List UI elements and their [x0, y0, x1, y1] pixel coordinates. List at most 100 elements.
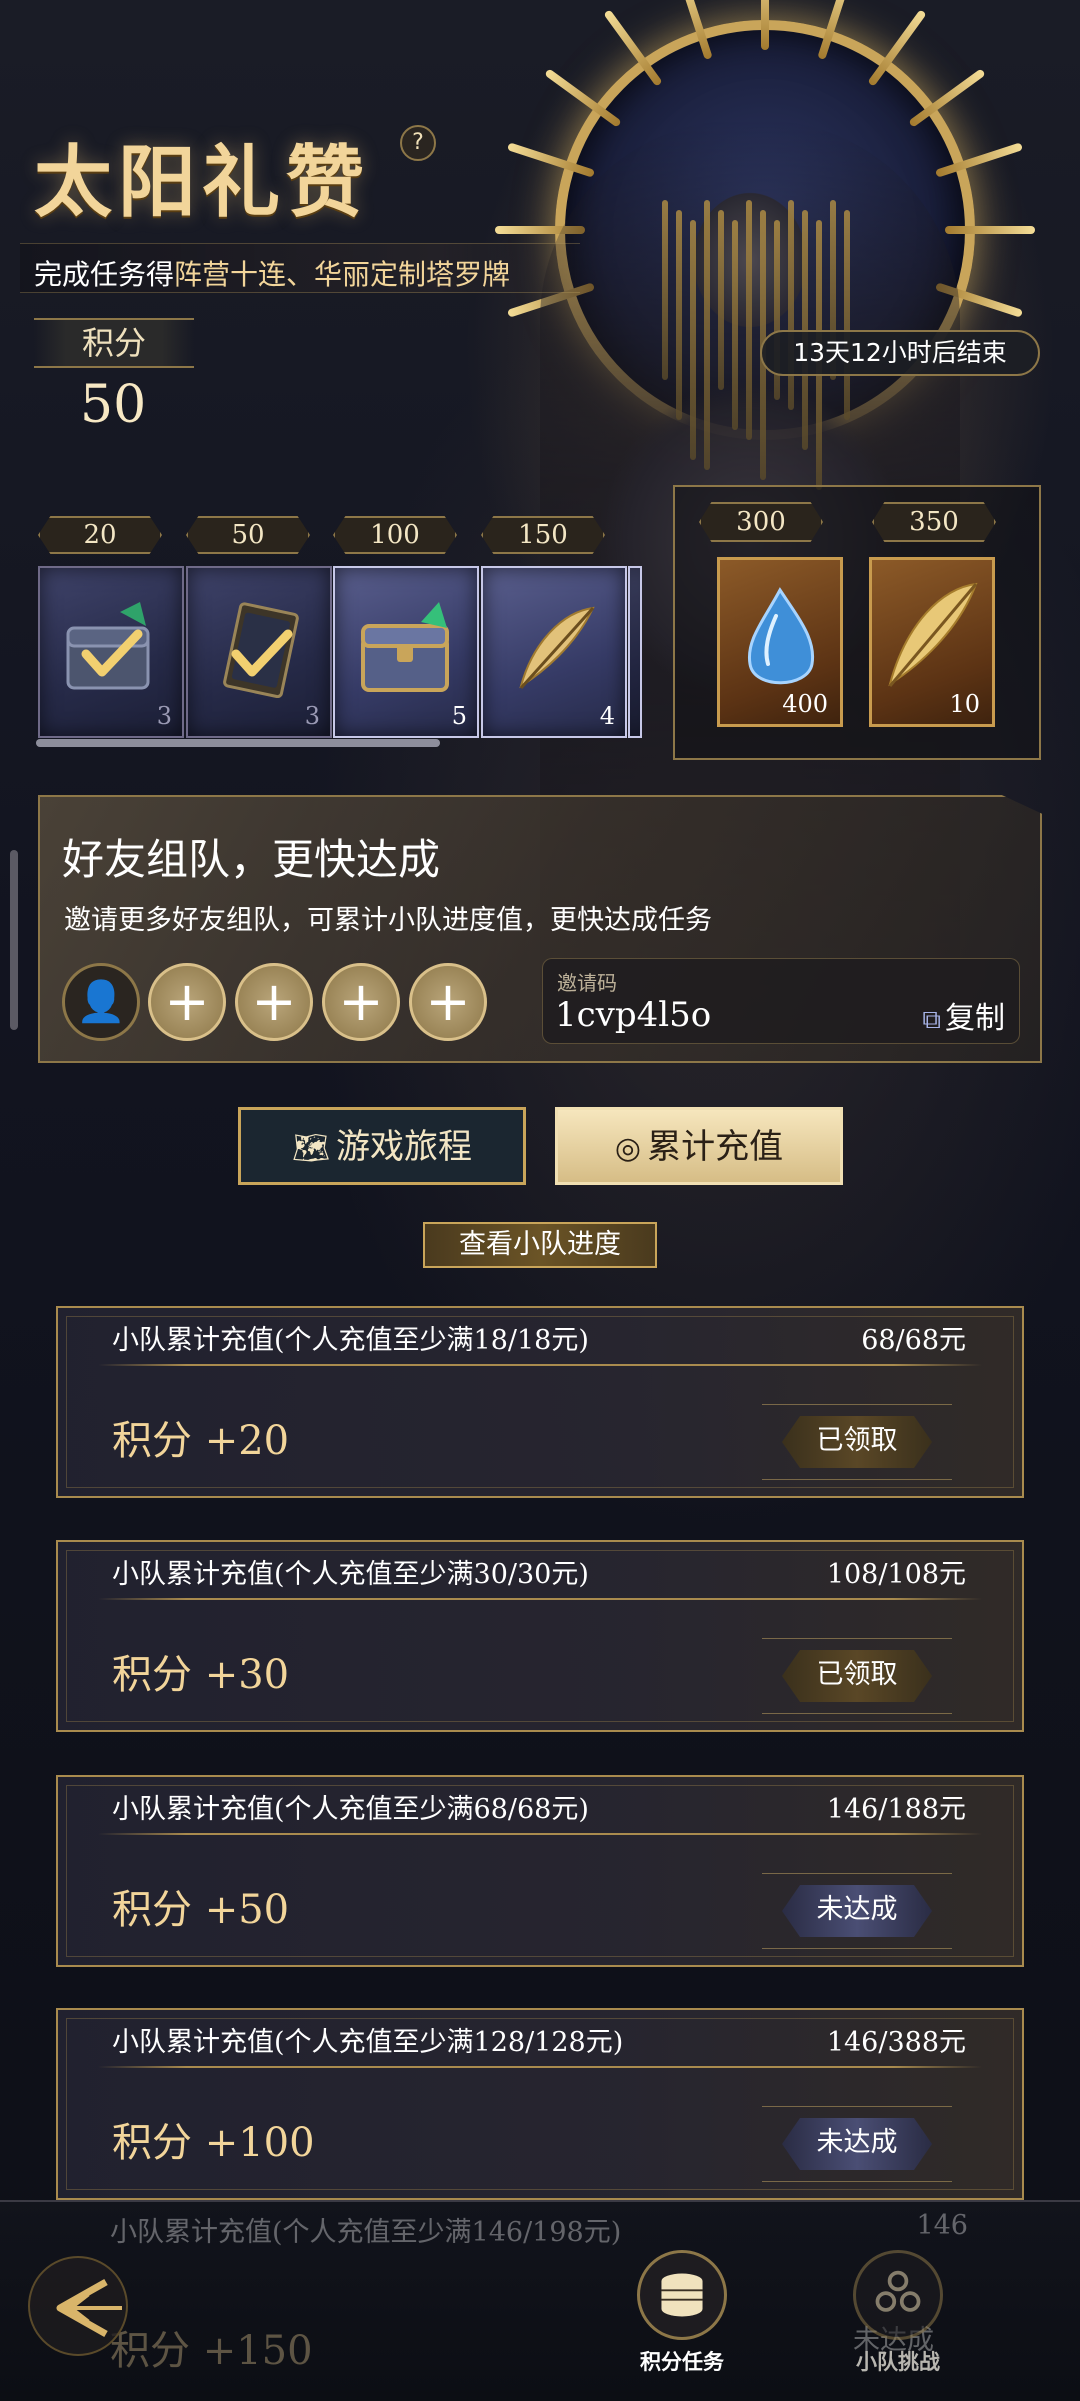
map-icon: 🗺 — [291, 1131, 331, 1166]
view-team-progress-button[interactable]: 查看小队进度 — [423, 1222, 657, 1268]
invite-slot[interactable]: + — [235, 963, 313, 1041]
hair-strand — [732, 220, 738, 430]
coin-stack-graphic — [661, 2273, 703, 2317]
hair-strand — [704, 200, 710, 470]
milestone-tag: 100 — [333, 516, 457, 554]
invite-slot[interactable]: + — [148, 963, 226, 1041]
reward-count: 400 — [782, 690, 828, 718]
milestone-tag: 20 — [38, 516, 162, 554]
bonus-reward-card[interactable]: 10 — [869, 557, 995, 727]
team-title: 好友组队，更快达成 — [62, 835, 441, 884]
invite-slot[interactable]: + — [322, 963, 400, 1041]
nav-label: 积分任务 — [640, 2350, 724, 2374]
plus-icon: + — [164, 970, 210, 1033]
reward-count: 4 — [599, 702, 615, 730]
plus-icon: + — [425, 970, 471, 1033]
status-button[interactable]: 已领取 — [782, 1416, 932, 1468]
status-button[interactable]: 已领取 — [782, 1650, 932, 1702]
reward-card[interactable]: 4 — [481, 566, 627, 738]
hair-strand — [690, 220, 696, 460]
task-reward: 积分 +150 — [110, 2328, 313, 2374]
hair-strand — [788, 200, 794, 410]
divider — [98, 1598, 982, 1600]
task-progress: 146 — [916, 2210, 968, 2241]
copy-icon: ⧉ — [922, 1005, 941, 1035]
coin-stack-icon — [637, 2250, 727, 2340]
reward-count: 5 — [451, 702, 467, 730]
task-condition: 小队累计充值(个人充值至少满18/18元) — [112, 1325, 589, 1356]
task-progress: 146/388元 — [826, 2027, 966, 2058]
task-card: 小队累计充值(个人充值至少满68/68元) 146/188元 积分 +50 未达… — [56, 1775, 1024, 1967]
invite-code-box: 邀请码 1cvp4l5o ⧉ 复制 — [542, 958, 1020, 1044]
subtitle-highlight: 阵营十连、华丽定制塔罗牌 — [174, 258, 511, 291]
reward-scrollbar[interactable] — [36, 739, 440, 747]
milestone-tag: 50 — [186, 516, 310, 554]
bonus-tag: 300 — [699, 502, 823, 542]
plus-icon: + — [251, 970, 297, 1033]
reward-count: 3 — [304, 702, 320, 730]
task-reward: 积分 +30 — [112, 1652, 290, 1698]
bonus-tag: 350 — [872, 502, 996, 542]
nav-points-tasks[interactable]: 积分任务 — [622, 2250, 742, 2380]
task-reward: 积分 +20 — [112, 1418, 290, 1464]
back-arrow-icon — [56, 2278, 122, 2338]
task-reward: 积分 +50 — [112, 1887, 290, 1933]
tab-cumulative-recharge[interactable]: ◎ 累计充值 — [555, 1107, 843, 1185]
task-card: 小队累计充值(个人充值至少满18/18元) 68/68元 积分 +20 已领取 — [56, 1306, 1024, 1498]
task-condition: 小队累计充值(个人充值至少满128/128元) — [112, 2027, 624, 2058]
invite-code: 1cvp4l5o — [555, 995, 712, 1035]
hair-strand — [676, 210, 682, 420]
reward-scrollbar-thumb[interactable] — [36, 739, 440, 747]
golden-feather-icon — [519, 606, 595, 690]
invite-code-label: 邀请码 — [557, 971, 617, 995]
hair-strand — [746, 200, 752, 440]
help-icon[interactable]: ? — [400, 125, 436, 161]
task-progress: 146/188元 — [826, 1794, 966, 1825]
page-title: 太阳礼赞 — [34, 137, 371, 228]
task-condition: 小队累计充值(个人充值至少满30/30元) — [112, 1559, 589, 1590]
subtitle: 完成任务得阵营十连、华丽定制塔罗牌 — [34, 253, 510, 293]
team-graphic — [875, 2270, 921, 2312]
points-value: 50 — [80, 375, 147, 435]
reward-card[interactable]: 3 — [186, 566, 332, 738]
status-button[interactable]: 未达成 — [782, 1885, 932, 1937]
milestone-tag: 150 — [481, 516, 605, 554]
reward-card-overflow — [628, 566, 642, 738]
task-card: 小队累计充值(个人充值至少满30/30元) 108/108元 积分 +30 已领… — [56, 1540, 1024, 1732]
sun-ray — [945, 226, 1035, 234]
hair-strand — [662, 200, 668, 380]
invite-slot[interactable]: + — [409, 963, 487, 1041]
task-condition: 小队累计充值(个人充值至少满146/198元) — [110, 2217, 622, 2248]
chest-checked-icon — [66, 602, 150, 690]
task-reward: 积分 +100 — [112, 2120, 315, 2166]
reward-card[interactable]: 3 — [38, 566, 184, 738]
bonus-reward-card[interactable]: 400 — [717, 557, 843, 727]
task-card: 小队累计充值(个人充值至少满128/128元) 146/388元 积分 +100… — [56, 2008, 1024, 2200]
subtitle-text: 完成任务得 — [34, 258, 175, 291]
plus-icon: + — [338, 970, 384, 1033]
divider — [98, 2066, 982, 2068]
task-progress: 68/68元 — [861, 1325, 966, 1356]
nav-team-challenge[interactable]: 小队挑战 — [838, 2250, 958, 2380]
divider — [98, 1364, 982, 1366]
recharge-icon: ◎ — [614, 1131, 642, 1166]
points-label: 积分 — [34, 318, 194, 368]
back-button[interactable] — [28, 2256, 128, 2356]
nav-label: 小队挑战 — [856, 2350, 940, 2374]
tab-label: 游戏旅程 — [336, 1127, 473, 1167]
tab-game-journey[interactable]: 🗺 游戏旅程 — [238, 1107, 526, 1185]
user-icon: 👤 — [76, 979, 126, 1025]
reward-count: 10 — [949, 690, 980, 718]
my-avatar[interactable]: 👤 — [62, 963, 140, 1041]
tab-label: 累计充值 — [647, 1127, 784, 1167]
divider — [98, 1833, 982, 1835]
sun-ray — [761, 0, 769, 50]
hair-strand — [718, 210, 724, 390]
treasure-chest-icon — [361, 602, 449, 692]
task-progress: 108/108元 — [826, 1559, 966, 1590]
side-handle[interactable] — [10, 850, 18, 1030]
status-button[interactable]: 未达成 — [782, 2118, 932, 2170]
subtitle-banner: 完成任务得阵营十连、华丽定制塔罗牌 — [20, 243, 580, 293]
reward-card[interactable]: 5 — [333, 566, 479, 738]
copy-button[interactable]: ⧉ 复制 — [922, 993, 1005, 1037]
